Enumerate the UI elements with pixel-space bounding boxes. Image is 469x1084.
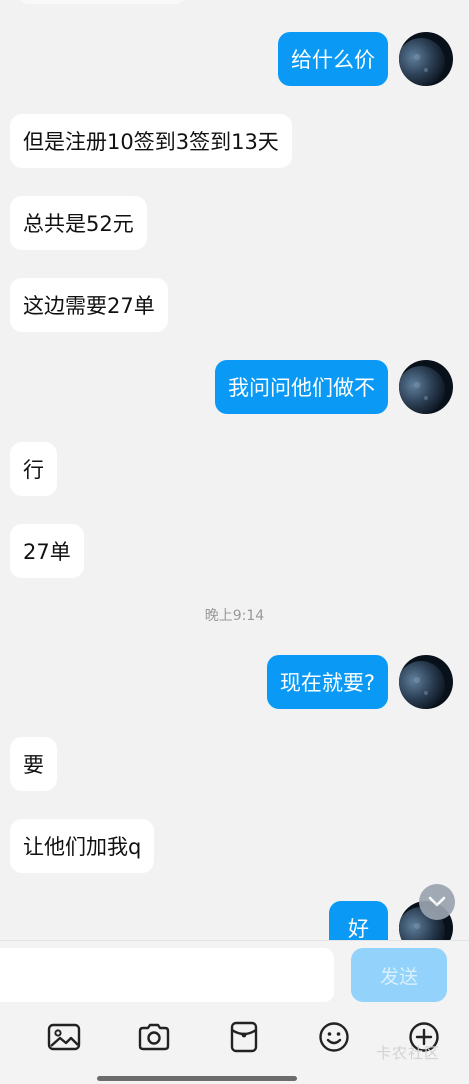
outgoing-message[interactable]: 现在就要? bbox=[266, 655, 388, 709]
message-row: 给什么价 bbox=[0, 32, 469, 88]
emoji-icon[interactable] bbox=[316, 1019, 352, 1055]
avatar[interactable] bbox=[399, 655, 453, 709]
message-row: 27单 bbox=[0, 524, 469, 580]
incoming-message[interactable]: 总共是52元 bbox=[10, 196, 147, 250]
message-row: 行 bbox=[0, 442, 469, 498]
outgoing-message[interactable]: 给什么价 bbox=[278, 32, 388, 86]
message-row: 但是注册10签到3签到13天 bbox=[0, 114, 469, 170]
message-row: 现在就要? bbox=[0, 655, 469, 711]
avatar[interactable] bbox=[399, 360, 453, 414]
outgoing-message[interactable]: 我问问他们做不 bbox=[215, 360, 388, 414]
incoming-message[interactable]: 但是注册10签到3签到13天 bbox=[10, 114, 292, 168]
message-row: 这边需要27单 bbox=[0, 278, 469, 334]
outgoing-message[interactable]: 好 bbox=[329, 901, 388, 940]
message-input[interactable] bbox=[0, 948, 334, 1002]
message-row: 让他们加我q bbox=[0, 819, 469, 875]
message-row: 总共是52元 bbox=[0, 196, 469, 252]
chevron-down-icon bbox=[428, 896, 446, 907]
home-indicator[interactable] bbox=[97, 1076, 297, 1081]
message-row: 要 bbox=[0, 737, 469, 793]
incoming-message[interactable]: 这边需要27单 bbox=[10, 278, 168, 332]
scroll-to-bottom-button[interactable] bbox=[419, 884, 455, 920]
message-row: 好 bbox=[0, 901, 469, 940]
incoming-message[interactable]: 行 bbox=[10, 442, 57, 496]
send-button[interactable]: 发送 bbox=[351, 948, 447, 1002]
watermark: 卡农社区 bbox=[376, 1044, 441, 1062]
incoming-message[interactable]: 让他们加我q bbox=[10, 819, 155, 873]
incoming-message[interactable]: 27单 bbox=[10, 524, 84, 578]
avatar[interactable] bbox=[399, 32, 453, 86]
message-row: 我问问他们做不 bbox=[0, 360, 469, 416]
image-icon[interactable] bbox=[46, 1019, 82, 1055]
chat-area[interactable]: 给什么价 但是注册10签到3签到13天 总共是52元 这边需要27单 我问问他们… bbox=[0, 0, 469, 940]
previous-message-edge bbox=[18, 0, 186, 4]
red-packet-icon[interactable] bbox=[226, 1019, 262, 1055]
incoming-message[interactable]: 要 bbox=[10, 737, 57, 791]
timestamp: 晚上9:14 bbox=[204, 608, 265, 624]
camera-icon[interactable] bbox=[136, 1019, 172, 1055]
